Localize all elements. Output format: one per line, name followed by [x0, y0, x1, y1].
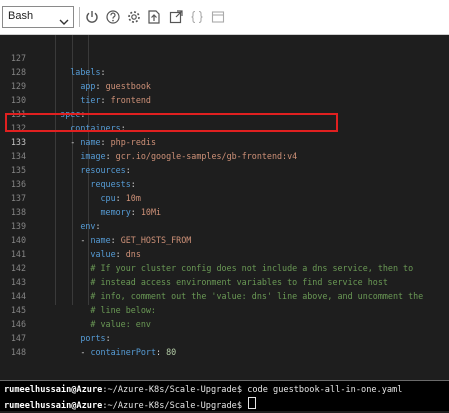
- prompt-path: :~/Azure-K8s/Scale-Upgrade: [102, 385, 237, 395]
- terminal-line: rumeelhussain@Azure:~/Azure-K8s/Scale-Up…: [4, 384, 402, 397]
- terminal-cursor[interactable]: [248, 397, 257, 409]
- code-line: 145 # value: env: [0, 289, 449, 329]
- code-line: 127 labels:: [0, 37, 449, 77]
- cloud-shell-toolbar: Bash: [0, 0, 449, 35]
- web-preview-icon[interactable]: [210, 9, 226, 25]
- open-new-session-icon[interactable]: [168, 9, 184, 25]
- prompt-path: :~/Azure-K8s/Scale-Upgrade: [102, 401, 237, 411]
- terminal-command: $: [236, 401, 248, 411]
- code-line: 147 - containerPort: 80: [0, 317, 449, 357]
- code-line: 141 # If your cluster config does not in…: [0, 233, 449, 273]
- code-line: 138 env:: [0, 191, 449, 231]
- terminal-panel[interactable]: rumeelhussain@Azure:~/Azure-K8s/Scale-Up…: [0, 380, 449, 411]
- code-line: 144 # line below:: [0, 275, 449, 315]
- code-line: 128 app: guestbook: [0, 51, 449, 91]
- code-line: 137 memory: 10Mi: [0, 177, 449, 217]
- code-line: 140 value: dns: [0, 219, 449, 259]
- code-editor[interactable]: 127 labels: 128 app: guestbook 129 tier:…: [0, 35, 449, 380]
- prompt-user: rumeelhussain@Azure: [4, 401, 103, 411]
- line-text: - containerPort: 80: [80, 347, 177, 357]
- code-line: 143 # info, comment out the 'value: dns'…: [0, 261, 449, 301]
- terminal-line: rumeelhussain@Azure:~/Azure-K8s/Scale-Up…: [4, 397, 257, 411]
- code-line: 136 cpu: 10m: [0, 163, 449, 203]
- help-icon[interactable]: [105, 9, 121, 25]
- line-number: 148: [10, 347, 26, 357]
- shell-type-label: Bash: [8, 10, 34, 22]
- prompt-user: rumeelhussain@Azure: [4, 385, 103, 395]
- upload-download-icon[interactable]: [146, 9, 162, 25]
- chevron-down-icon: [59, 12, 69, 31]
- highlight-annotation-box: [5, 113, 338, 132]
- terminal-command: $ code guestbook-all-in-one.yaml: [236, 385, 403, 395]
- code-line: 131 containers:: [0, 93, 449, 133]
- code-line: 148: [0, 331, 449, 357]
- toolbar-divider: [79, 7, 80, 27]
- code-line: 146 ports:: [0, 303, 449, 343]
- settings-icon[interactable]: [126, 9, 142, 25]
- code-line: 129 tier: frontend: [0, 65, 449, 105]
- code-line: 130 spec:: [0, 79, 449, 119]
- code-line: 134 resources:: [0, 135, 449, 175]
- code-line: 139 - name: GET_HOSTS_FROM: [0, 205, 449, 245]
- braces-icon[interactable]: [189, 9, 205, 25]
- code-line: 142 # instead access environment variabl…: [0, 247, 449, 287]
- power-icon[interactable]: [84, 9, 100, 25]
- shell-type-select[interactable]: Bash: [2, 6, 74, 28]
- code-line: 135 requests:: [0, 149, 449, 189]
